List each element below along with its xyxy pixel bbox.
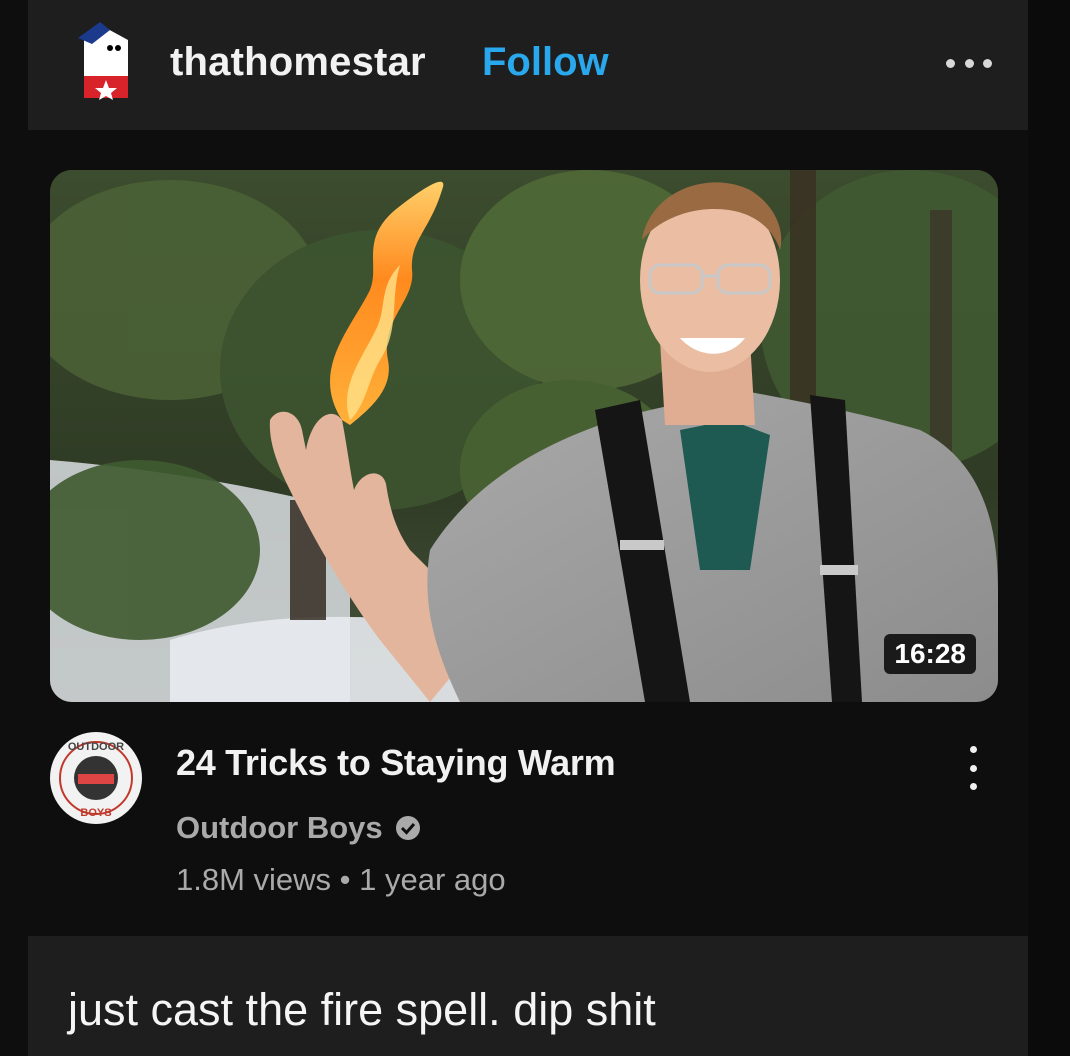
dot — [969, 764, 977, 772]
channel-logo-bottom-text: BOYS — [80, 807, 111, 819]
video-card: 16:28 OUTDOOR BOYS 24 Tricks to Staying … — [28, 130, 1028, 936]
dot — [983, 58, 992, 68]
post-username[interactable]: thathomestar — [170, 40, 426, 85]
more-horizontal-icon[interactable] — [946, 56, 992, 70]
video-title[interactable]: 24 Tricks to Staying Warm — [176, 742, 616, 784]
post-header: thathomestar Follow — [28, 0, 1028, 130]
channel-logo-icon[interactable]: OUTDOOR BOYS — [48, 730, 144, 826]
follow-button[interactable]: Follow — [482, 40, 609, 85]
dot — [946, 58, 955, 68]
video-thumbnail[interactable]: 16:28 — [50, 170, 998, 702]
page-gutter — [1028, 0, 1070, 1056]
thumbnail-image — [50, 170, 998, 702]
channel-name-row[interactable]: Outdoor Boys — [176, 810, 423, 846]
reply-text: just cast the fire spell. dip shit — [68, 984, 656, 1035]
homestar-avatar-icon[interactable] — [76, 20, 136, 102]
dot — [964, 58, 974, 68]
more-vertical-icon[interactable] — [966, 746, 980, 790]
channel-name[interactable]: Outdoor Boys — [176, 810, 383, 846]
reply-box: just cast the fire spell. dip shit — [28, 936, 1028, 1056]
video-duration: 16:28 — [884, 634, 976, 674]
channel-logo-top-text: OUTDOOR — [68, 741, 124, 753]
dot — [969, 746, 977, 753]
video-meta: 1.8M views • 1 year ago — [176, 862, 506, 897]
dot — [969, 783, 977, 790]
verified-check-icon — [395, 816, 420, 840]
